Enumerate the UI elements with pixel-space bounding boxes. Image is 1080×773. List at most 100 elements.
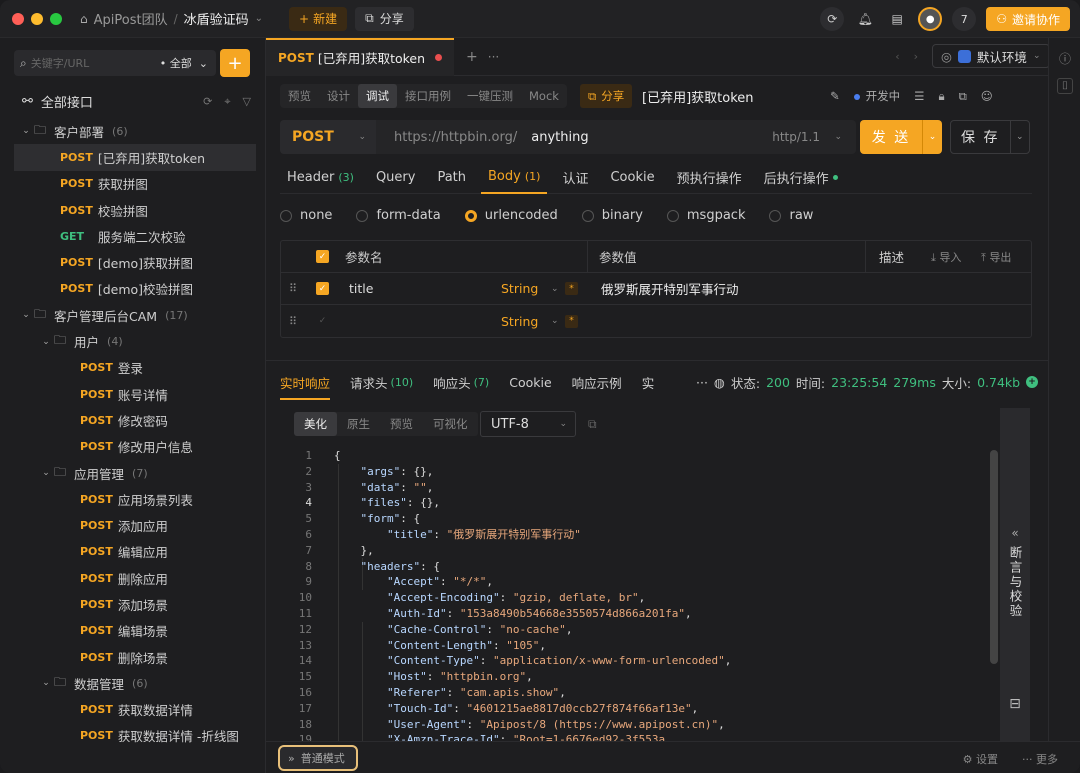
api-item[interactable]: POST 修改密码 [0, 407, 266, 433]
api-item[interactable]: POST 编辑场景 [0, 618, 266, 644]
chevron-down-icon[interactable]: ⌄ [18, 310, 34, 320]
locate-icon[interactable]: ⌖ [224, 95, 230, 109]
mode-tab[interactable]: 接口用例 [397, 84, 459, 108]
protocol-select[interactable]: http/1.1 [772, 130, 820, 144]
param-name-input[interactable]: title [349, 281, 373, 296]
radio-icon[interactable] [581, 209, 594, 222]
api-item[interactable]: POST 获取拼图 [0, 171, 266, 197]
mode-tab[interactable]: 预览 [280, 84, 319, 108]
body-type-binary[interactable]: binary [581, 208, 643, 223]
body-type-none[interactable]: none [280, 208, 332, 223]
add-tab-icon[interactable]: + [466, 49, 478, 65]
chevron-down-icon[interactable]: ⌄ [255, 13, 263, 24]
body-type-raw[interactable]: raw [769, 208, 813, 223]
settings-button[interactable]: ⚙ 设置 [963, 751, 998, 767]
radio-icon[interactable] [666, 209, 679, 222]
chevron-down-icon[interactable]: ⌄ [1010, 132, 1029, 142]
radio-icon[interactable] [769, 209, 782, 222]
info-icon[interactable]: ⓘ [1057, 50, 1073, 66]
copy-icon[interactable]: ⧉ [959, 89, 967, 104]
radio-icon[interactable] [464, 209, 477, 222]
close-window-button[interactable] [12, 12, 24, 25]
wand-icon[interactable]: ✎ [830, 89, 840, 103]
api-item[interactable]: POST 账号详情 [0, 381, 266, 407]
share-project-button[interactable]: ⧉ 分享 [355, 6, 414, 31]
copy-icon[interactable]: ⧉ [588, 417, 597, 432]
environment-select[interactable]: ◎ 默认环境 ⌄ [932, 44, 1050, 68]
response-tab[interactable]: 响应头 (7) [433, 373, 489, 392]
param-value-input[interactable]: 俄罗斯展开特别军事行动 [601, 279, 739, 298]
globe-icon[interactable]: ◍ [714, 375, 725, 390]
member-count[interactable]: 7 [952, 7, 977, 31]
tab-header[interactable]: Header (3) [280, 162, 361, 194]
api-item[interactable]: POST 删除场景 [0, 644, 266, 670]
api-item[interactable]: POST 校验拼图 [0, 197, 266, 223]
method-select[interactable]: POST ⌄ [280, 120, 376, 154]
api-item[interactable]: GET 服务端二次校验 [0, 223, 266, 249]
tab-path[interactable]: Path [430, 162, 473, 194]
format-tab[interactable]: 预览 [380, 412, 423, 436]
assert-panel-toggle[interactable]: « 断言与校验 ⊟ [1000, 408, 1030, 742]
import-button[interactable]: ⤓ 导入 [931, 249, 961, 265]
select-all-checkbox[interactable]: ✓ [316, 250, 329, 263]
tab-query[interactable]: Query [369, 162, 423, 194]
bell-icon[interactable]: 🔔︎ [854, 8, 876, 30]
sync-icon[interactable]: ⟳ [820, 7, 845, 31]
radio-icon[interactable] [280, 209, 292, 222]
dev-status-select[interactable]: 开发中 [853, 88, 900, 104]
drag-handle-icon[interactable]: ⠿ [289, 315, 297, 328]
tab-后执行操作[interactable]: 后执行操作 [757, 162, 845, 194]
param-checkbox[interactable]: ✓ [316, 282, 329, 295]
request-name[interactable]: [已弃用]获取token [642, 87, 754, 106]
folder-item[interactable]: ⌄ 🗀︎ 用户 (4) [0, 328, 266, 354]
tab-认证[interactable]: 认证 [555, 162, 595, 194]
add-api-button[interactable]: + [220, 49, 250, 77]
new-button[interactable]: + 新建 [289, 6, 348, 31]
invite-button[interactable]: ⚇ 邀请协作 [986, 7, 1070, 31]
share-request-button[interactable]: ⧉ 分享 [580, 84, 633, 108]
tab-next-icon[interactable]: › [914, 50, 918, 63]
drag-handle-icon[interactable]: ⠿ [289, 282, 297, 295]
required-star-icon[interactable]: * [565, 282, 578, 295]
panel-divider[interactable] [266, 360, 1048, 361]
filter-icon[interactable]: ▽ [243, 95, 251, 109]
chevron-down-icon[interactable]: ⌄ [38, 468, 54, 478]
api-item[interactable]: POST 登录 [0, 355, 266, 381]
format-tab[interactable]: 原生 [337, 412, 380, 436]
api-item[interactable]: POST 应用场景列表 [0, 486, 266, 512]
api-item[interactable]: POST 获取数据详情 -折线图 [0, 723, 266, 749]
lock-icon[interactable]: 🔒︎ [938, 89, 944, 104]
maximize-window-button[interactable] [50, 12, 62, 25]
chevron-down-icon[interactable]: ⌄ [18, 126, 34, 136]
folder-item[interactable]: ⌄ 🗀︎ 数据管理 (6) [0, 670, 266, 696]
tab-prev-icon[interactable]: ‹ [895, 50, 899, 63]
body-type-form-data[interactable]: form-data [356, 208, 441, 223]
tab-cookie[interactable]: Cookie [603, 162, 661, 194]
refresh-icon[interactable]: ⟳ [203, 95, 212, 109]
layout-icon[interactable]: ⊟ [1009, 696, 1021, 712]
minimize-window-button[interactable] [31, 12, 43, 25]
mode-tab[interactable]: 调试 [358, 84, 397, 108]
api-item[interactable]: POST 添加应用 [0, 512, 266, 538]
response-tab[interactable]: 请求头 (10) [350, 373, 413, 392]
response-tab[interactable]: Cookie [509, 375, 551, 390]
folder-item[interactable]: ⌄ 🗀︎ 客户管理后台CAM (17) [0, 302, 266, 328]
chevron-down-icon[interactable]: ⌄ [923, 132, 942, 142]
export-button[interactable]: ⤒ 导出 [981, 249, 1011, 265]
document-icon[interactable]: ▤ [886, 8, 908, 30]
url-path-input[interactable]: anything [531, 130, 588, 145]
response-tab[interactable]: 实时响应 [280, 373, 331, 400]
response-tab[interactable]: 实 [642, 373, 655, 392]
url-base[interactable]: https://httpbin.org/ [394, 130, 517, 145]
api-item[interactable]: POST 编辑应用 [0, 539, 266, 565]
mode-tab[interactable]: 一键压测 [459, 84, 521, 108]
more-button[interactable]: ··· 更多 [1022, 751, 1058, 767]
mode-tab[interactable]: Mock [521, 84, 567, 108]
folder-item[interactable]: ⌄ 🗀︎ 应用管理 (7) [0, 460, 266, 486]
response-body[interactable]: 1{2 "args": {}, 3 "data": "", 4 "files": {… [294, 448, 1000, 742]
home-icon[interactable]: ⌂ [80, 12, 88, 26]
avatar[interactable]: ● [918, 7, 943, 31]
format-icon[interactable]: ☰ [914, 89, 924, 103]
tab-body[interactable]: Body (1) [481, 162, 548, 194]
required-star-icon[interactable]: * [565, 314, 578, 328]
